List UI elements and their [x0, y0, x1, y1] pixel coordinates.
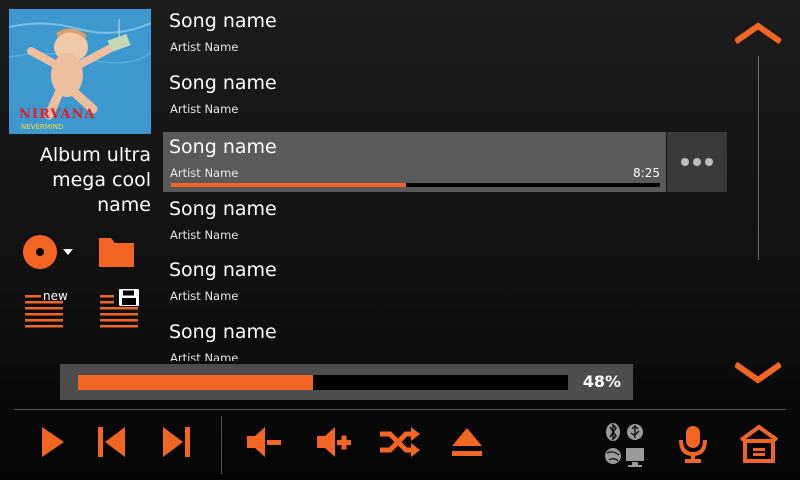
song-item[interactable]: Song name Artist Name [163, 68, 728, 128]
play-button[interactable] [38, 424, 68, 460]
song-item[interactable]: Song name Artist Name [163, 317, 728, 361]
bottom-bar-separator [221, 416, 222, 474]
volume-down-button[interactable] [245, 424, 285, 460]
bottom-bar-divider [14, 409, 786, 410]
save-playlist-button[interactable] [100, 289, 142, 329]
volume-down-icon [247, 427, 281, 457]
playback-progress-label: 48% [582, 372, 621, 391]
song-title: Song name [169, 72, 277, 94]
more-options-button[interactable] [667, 132, 727, 192]
music-player-screen: NIRVANA NEVERMIND Album ultra mega cool … [0, 0, 800, 480]
microphone-button[interactable] [678, 424, 708, 464]
microphone-icon [679, 426, 707, 463]
song-artist: Artist Name [170, 289, 239, 303]
scroll-down-button[interactable] [733, 360, 783, 384]
song-progress-bar [171, 183, 660, 187]
song-item[interactable]: Song name Artist Name [163, 255, 728, 315]
more-dot-icon [681, 158, 689, 166]
song-artist: Artist Name [170, 166, 239, 180]
playback-progress[interactable]: 48% [60, 364, 633, 400]
song-title: Song name [169, 10, 277, 32]
song-title: Song name [169, 198, 277, 220]
chevron-up-icon [733, 22, 783, 45]
song-title: Song name [169, 321, 277, 343]
album-cover[interactable]: NIRVANA NEVERMIND [9, 9, 151, 134]
connectivity-status[interactable] [603, 422, 647, 468]
chevron-down-icon [733, 361, 783, 384]
save-playlist-icon [100, 289, 139, 328]
song-item[interactable]: Song name Artist Name [163, 6, 728, 66]
home-icon [739, 424, 779, 463]
song-artist: Artist Name [170, 102, 239, 116]
song-title: Song name [169, 259, 277, 281]
song-title: Song name [169, 136, 277, 158]
shuffle-button[interactable] [378, 424, 422, 460]
more-dot-icon [693, 158, 701, 166]
song-item[interactable]: Song name Artist Name [163, 194, 728, 254]
shuffle-icon [380, 427, 420, 457]
song-item-playing[interactable]: Song name Artist Name 8:25 [163, 132, 666, 192]
next-track-icon [163, 427, 190, 457]
album-art-band: NIRVANA [19, 107, 96, 122]
next-track-button[interactable] [159, 424, 193, 460]
folder-button[interactable] [97, 236, 137, 270]
album-name: Album ultra mega cool name [39, 144, 151, 216]
song-artist: Artist Name [170, 228, 239, 242]
song-duration: 8:25 [633, 166, 660, 180]
scrollbar-track[interactable] [758, 56, 759, 260]
more-dot-icon [705, 158, 713, 166]
album-art-title: NEVERMIND [21, 123, 64, 131]
volume-up-button[interactable] [315, 424, 355, 460]
play-icon [42, 427, 64, 457]
song-list[interactable]: Song name Artist Name Song name Artist N… [163, 6, 728, 361]
eject-button[interactable] [449, 424, 485, 460]
connectivity-status-icon [605, 423, 644, 467]
song-artist: Artist Name [170, 40, 239, 54]
home-button[interactable] [739, 424, 779, 464]
playback-progress-track[interactable] [78, 375, 568, 390]
new-playlist-label: new [43, 289, 68, 303]
eject-icon [452, 428, 482, 456]
playback-progress-fill [78, 375, 314, 390]
previous-track-icon [98, 427, 125, 457]
disc-dropdown-icon [23, 235, 73, 269]
song-artist: Artist Name [170, 351, 239, 361]
previous-track-button[interactable] [95, 424, 129, 460]
song-progress-fill [171, 183, 406, 187]
folder-icon [99, 238, 134, 267]
disc-dropdown-button[interactable] [20, 232, 76, 272]
volume-up-icon [317, 427, 351, 457]
scroll-up-button[interactable] [733, 22, 783, 46]
